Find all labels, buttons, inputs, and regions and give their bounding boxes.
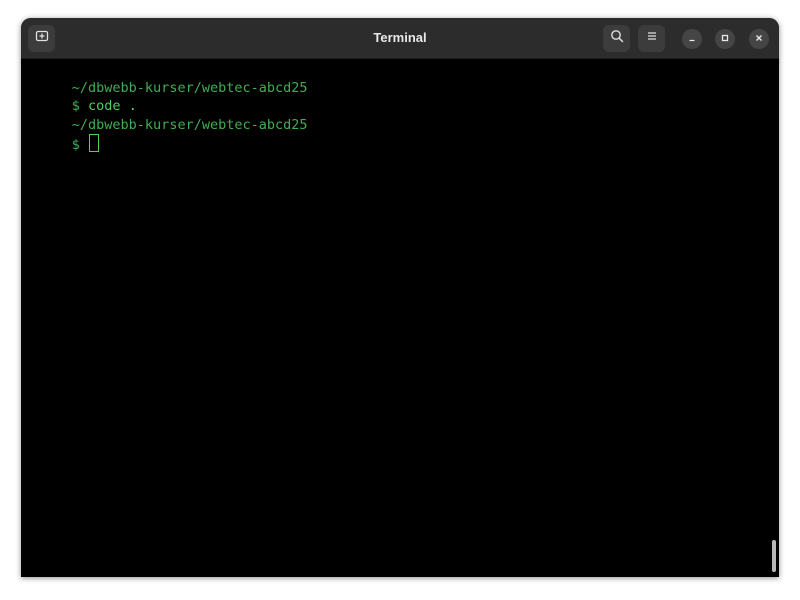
menu-button[interactable] <box>638 25 665 52</box>
text-cursor <box>89 134 100 152</box>
window-title: Terminal <box>373 30 427 45</box>
close-button[interactable] <box>749 29 769 49</box>
hamburger-menu-icon <box>645 29 659 48</box>
header-bar: Terminal <box>21 18 779 59</box>
terminal-line: ~/dbwebb-kurser/webtec-abcd25 <box>23 60 769 96</box>
search-button[interactable] <box>603 25 630 52</box>
minimize-button[interactable] <box>682 29 702 49</box>
prompt-path: ~/dbwebb-kurser/webtec-abcd25 <box>71 79 308 96</box>
new-tab-icon <box>35 29 49 48</box>
terminal-window: Terminal ~/dbwebb-kurser/webtec-abcd25 $… <box>21 18 779 577</box>
maximize-icon <box>720 30 730 48</box>
prompt-symbol: $ <box>71 98 80 114</box>
scrollbar[interactable] <box>772 540 776 572</box>
command-text <box>80 137 88 153</box>
command-text: code . <box>79 98 137 114</box>
maximize-button[interactable] <box>715 29 735 49</box>
close-icon <box>754 30 764 48</box>
new-tab-button[interactable] <box>28 25 55 52</box>
prompt-path: ~/dbwebb-kurser/webtec-abcd25 <box>71 116 308 133</box>
minimize-icon <box>687 30 697 48</box>
terminal-output[interactable]: ~/dbwebb-kurser/webtec-abcd25 $ code . ~… <box>23 60 769 577</box>
prompt-symbol: $ <box>71 137 80 153</box>
search-icon <box>610 29 624 48</box>
